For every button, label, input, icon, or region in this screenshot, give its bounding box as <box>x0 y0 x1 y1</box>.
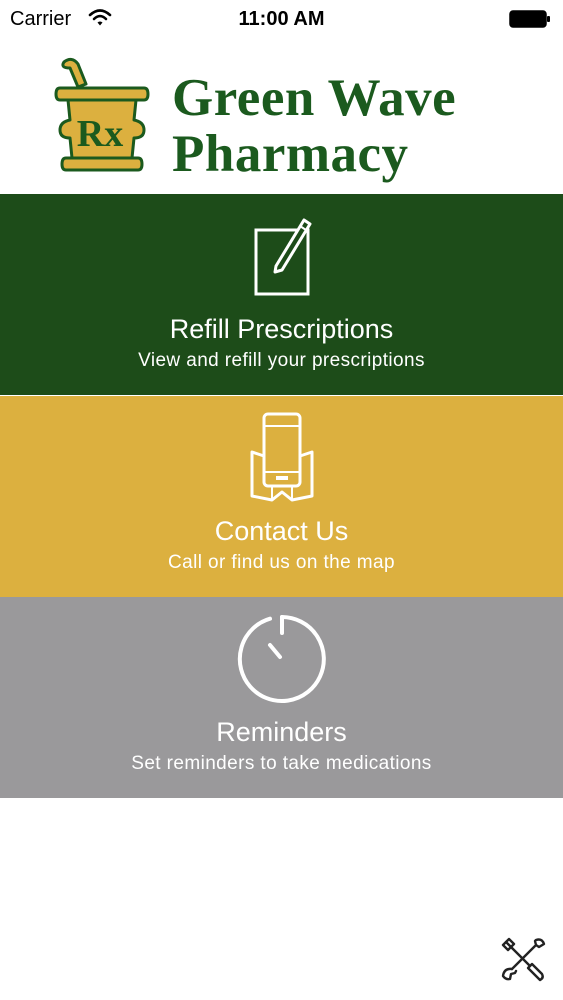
pharmacy-name-line2: Pharmacy <box>172 125 409 183</box>
refill-title: Refill Prescriptions <box>169 314 394 344</box>
app-header: Rx Green Wave Pharmacy <box>0 38 563 194</box>
notepad-pencil-icon <box>254 218 311 296</box>
settings-button[interactable] <box>498 934 548 984</box>
contact-subtitle: Call or find us on the map <box>168 552 395 573</box>
phone-map-icon <box>250 412 313 502</box>
mortar-pestle-icon: Rx <box>54 57 150 172</box>
wrench-screwdriver-icon <box>501 937 546 982</box>
refill-subtitle: View and refill your prescriptions <box>138 350 425 371</box>
timer-icon <box>237 615 326 703</box>
reminders-title: Reminders <box>216 717 347 747</box>
contact-title: Contact Us <box>214 516 349 546</box>
pharmacy-name: Green Wave Pharmacy <box>172 70 456 182</box>
status-bar: Carrier 11:00 AM <box>0 0 563 38</box>
refill-prescriptions-button[interactable]: Refill Prescriptions View and refill you… <box>0 194 563 395</box>
logo-mark-text: Rx <box>77 113 123 155</box>
battery-icon <box>509 10 550 28</box>
reminders-button[interactable]: Reminders Set reminders to take medicati… <box>0 597 563 798</box>
reminders-subtitle: Set reminders to take medications <box>131 753 432 774</box>
clock-label: 11:00 AM <box>238 8 325 30</box>
pharmacy-name-line1: Green Wave <box>172 69 457 127</box>
contact-us-button[interactable]: Contact Us Call or find us on the map <box>0 396 563 597</box>
